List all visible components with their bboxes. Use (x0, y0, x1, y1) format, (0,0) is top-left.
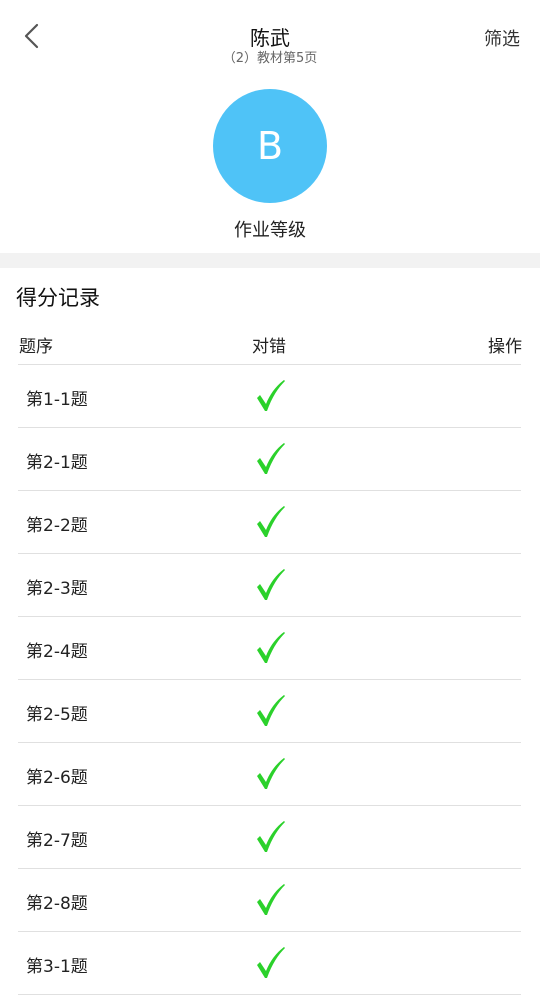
checkmark-icon (257, 758, 285, 789)
question-label: 第2-2题 (26, 516, 88, 536)
grade-letter: B (256, 124, 284, 168)
top-bar: 陈武 （2）教材第5页 筛选 (0, 0, 540, 80)
question-label: 第2-8题 (26, 894, 88, 914)
checkmark-icon (257, 443, 285, 474)
column-header-result: 对错 (252, 337, 286, 357)
table-row[interactable]: 第2-1题 (18, 428, 521, 491)
table-row[interactable]: 第2-2题 (18, 491, 521, 554)
checkmark-icon (257, 380, 285, 411)
question-label: 第1-1题 (26, 390, 88, 410)
table-header: 题序 对错 操作 (18, 320, 522, 365)
grade-badge: B (213, 89, 327, 203)
section-divider (0, 253, 540, 268)
question-label: 第2-1题 (26, 453, 88, 473)
page-subtitle: （2）教材第5页 (222, 51, 318, 66)
score-list: 第1-1题第2-1题第2-2题第2-3题第2-4题第2-5题第2-6题第2-7题… (18, 365, 521, 995)
question-label: 第2-4题 (26, 642, 88, 662)
table-row[interactable]: 第2-6题 (18, 743, 521, 806)
checkmark-icon (257, 569, 285, 600)
table-row[interactable]: 第2-3题 (18, 554, 521, 617)
checkmark-icon (257, 506, 285, 537)
table-row[interactable]: 第2-8题 (18, 869, 521, 932)
question-label: 第2-7题 (26, 831, 88, 851)
checkmark-icon (257, 821, 285, 852)
table-row[interactable]: 第1-1题 (18, 365, 521, 428)
checkmark-icon (257, 695, 285, 726)
checkmark-icon (257, 884, 285, 915)
checkmark-icon (257, 947, 285, 978)
table-row[interactable]: 第2-4题 (18, 617, 521, 680)
column-header-no: 题序 (19, 337, 53, 357)
column-header-action: 操作 (488, 337, 522, 357)
table-row[interactable]: 第3-1题 (18, 932, 521, 995)
table-row[interactable]: 第2-5题 (18, 680, 521, 743)
question-label: 第3-1题 (26, 957, 88, 977)
filter-button[interactable]: 筛选 (484, 25, 520, 51)
table-row[interactable]: 第2-7题 (18, 806, 521, 869)
question-label: 第2-6题 (26, 768, 88, 788)
question-label: 第2-5题 (26, 705, 88, 725)
section-title: 得分记录 (16, 286, 100, 310)
checkmark-icon (257, 632, 285, 663)
question-label: 第2-3题 (26, 579, 88, 599)
grade-label: 作业等级 (234, 220, 306, 241)
